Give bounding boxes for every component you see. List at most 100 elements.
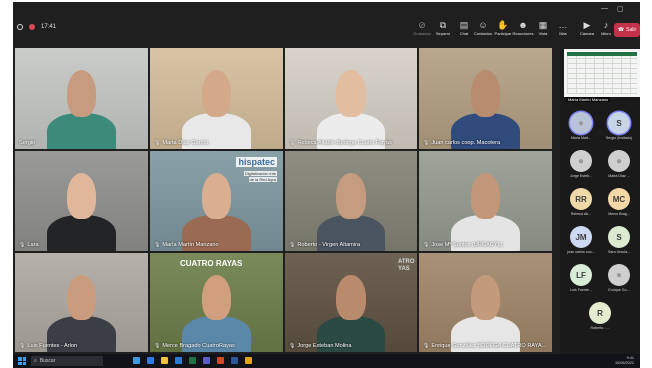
roster-participant[interactable]: LF Luis Fuente... — [563, 264, 599, 292]
screen-share-preview[interactable] — [564, 49, 640, 97]
avatar: S — [608, 112, 630, 134]
chat-icon: ▤ — [459, 20, 469, 30]
roster-name: Jorge Esteb... — [569, 174, 593, 178]
participant-name-label: 🎙 Roberto - Virgen Altamira — [289, 242, 360, 248]
participant-head — [66, 173, 97, 219]
roster-name: Roberto - ... — [590, 326, 610, 330]
view-button[interactable]: ▦ Vista — [532, 20, 554, 40]
participant-name: Marta Díaz García — [162, 140, 209, 146]
roster-participant[interactable]: S Sergio (Invitado) — [601, 112, 637, 140]
participant-name-label: 🎙 Marta Díaz García — [154, 140, 208, 146]
maximize-icon[interactable]: ▢ — [617, 5, 624, 13]
spreadsheet-thumbnail — [567, 52, 637, 94]
clock-date: 15/06/2022 — [614, 361, 634, 365]
avatar: R — [589, 302, 611, 324]
person-icon: ● — [577, 117, 585, 129]
participant-name: Rebeca Altable-Bodega Cuatro Rayas — [297, 140, 392, 146]
video-tile[interactable]: 🎙 Lara — [15, 151, 148, 251]
taskbar-search[interactable]: ⌕ Buscar — [31, 356, 103, 366]
microphone-icon: 🎙 — [423, 140, 430, 146]
video-tile[interactable]: 🎙 Juan carlos coop. Macotera — [419, 48, 552, 149]
chrome-icon[interactable] — [245, 357, 252, 364]
roster-participant[interactable]: S Sara Ursula... — [601, 226, 637, 254]
video-tile[interactable]: 🎙 Enrique González BODEGA CUATRO RAYA... — [419, 253, 552, 352]
participant-name: Roberto - Virgen Altamira — [297, 242, 361, 248]
microphone-icon: ♪ — [603, 20, 609, 30]
participant-name-label: 🎙 María Martín Manzano — [154, 242, 219, 248]
roster-participant[interactable]: ● Jorge Esteb... — [563, 150, 599, 178]
video-tile[interactable]: 🎙 Roberto - Virgen Altamira — [285, 151, 417, 251]
search-placeholder: Buscar — [39, 358, 56, 364]
participant-head — [470, 274, 501, 321]
roster-name: Luis Fuente... — [570, 288, 592, 292]
pop-out-button[interactable]: ⧉ Separar — [432, 20, 454, 40]
toolbar-button-label: Chat — [459, 31, 469, 36]
roster-participant[interactable]: ● Marta Díaz ... — [601, 150, 637, 178]
participant-head — [201, 173, 232, 219]
more-button[interactable]: … Más — [552, 20, 574, 40]
avatar: ● — [570, 112, 592, 134]
task-view-icon[interactable] — [133, 357, 140, 364]
leave-button[interactable]: ☎ Salir — [614, 23, 640, 37]
minimize-icon[interactable]: — — [601, 5, 608, 12]
roster-participant[interactable]: R Roberto - ... — [582, 302, 618, 330]
participant-name: Jorge Esteban Molina — [297, 343, 352, 349]
cuatro-rayas-sign: ATRO YAS — [398, 259, 415, 272]
participant-name-label: 🎙 Jorge Esteban Molina — [289, 343, 351, 349]
microphone-icon: 🎙 — [19, 242, 26, 248]
participant-name: Enrique González BODEGA CUATRO RAYA... — [431, 343, 547, 349]
microphone-icon: 🎙 — [289, 343, 296, 349]
people-button[interactable]: ☺ Contactos — [472, 20, 494, 40]
word-icon[interactable] — [231, 357, 238, 364]
roster-participant[interactable]: MC Merce Brag... — [601, 188, 637, 216]
roster-participant[interactable]: ● María Mart... — [563, 112, 599, 140]
roster-name: María Mart... — [570, 136, 592, 140]
outlook-icon[interactable] — [175, 357, 182, 364]
roster-participant[interactable]: ● Enrique Go... — [601, 264, 637, 292]
participant-name: Luis Fuentes - Arlon — [27, 343, 78, 349]
microphone-icon: 🎙 — [154, 140, 161, 146]
powerpoint-icon[interactable] — [217, 357, 224, 364]
screen-share-label: María Martín Manzano — [566, 97, 611, 102]
roster-participant[interactable]: RR Rebeca Alt... — [563, 188, 599, 216]
raise-hand-button[interactable]: ✋ Participar — [492, 20, 514, 40]
video-tile[interactable]: 🎙 Merce Bragado CuatroRayas CUATRO RAYAS — [150, 253, 283, 352]
file-explorer-icon[interactable] — [161, 357, 168, 364]
reactions-button[interactable]: ☻ Reacciones — [512, 20, 534, 40]
roster-name: Rebeca Alt... — [570, 212, 592, 216]
participant-name: María Martín Manzano — [162, 242, 219, 248]
teams-icon[interactable] — [203, 357, 210, 364]
toolbar-button-label: Grabando — [413, 31, 431, 36]
edge-icon[interactable] — [147, 357, 154, 364]
hispatec-slide-line2: de la Red Agra — [248, 177, 277, 182]
video-tile[interactable]: 🎙 Jorge Esteban Molina ATRO YAS — [285, 253, 417, 352]
toolbar-button-label: Separar — [435, 31, 451, 36]
video-tile[interactable]: 🎙 Marta Díaz García — [150, 48, 283, 149]
participant-head — [336, 70, 366, 117]
participant-head — [336, 173, 366, 219]
hispatec-logo: hispatec — [236, 157, 277, 167]
participant-name-label: 🎙 Jose Mª Santos (URCACYL) — [423, 242, 502, 248]
video-tile[interactable]: 🎙 Jose Mª Santos (URCACYL) — [419, 151, 552, 251]
video-tile[interactable]: 🎙 María Martín Manzano hispatec Digitalizac… — [150, 151, 283, 251]
roster-name: Marta Díaz ... — [608, 174, 630, 178]
record-button[interactable]: ⊘ Grabando — [411, 20, 433, 40]
windows-start-icon[interactable] — [18, 357, 26, 365]
video-tile[interactable]: 🎙 Luis Fuentes - Arlon — [15, 253, 148, 352]
participant-head — [470, 173, 501, 219]
participant-name: Lara — [27, 242, 39, 248]
system-clock[interactable]: 9:41 15/06/2022 — [598, 356, 634, 366]
toolbar-button-label: Micro — [601, 31, 611, 36]
toolbar-button-label: Cámara — [579, 31, 595, 36]
avatar: MC — [608, 188, 630, 210]
roster-participant[interactable]: JM juan carlos coo... — [563, 226, 599, 254]
excel-icon[interactable] — [189, 357, 196, 364]
participant-name: Juan carlos coop. Macotera — [431, 140, 501, 146]
meeting-toolbar: 17:41 — ▢ ⊘ Grabando ⧉ Separar ▤ Chat ☺ Contact… — [13, 2, 640, 46]
microphone-icon: 🎙 — [289, 242, 296, 248]
participant-head — [201, 70, 232, 117]
video-tile[interactable]: Sergio — [15, 48, 148, 149]
video-tile[interactable]: 🎙 Rebeca Altable-Bodega Cuatro Rayas — [285, 48, 417, 149]
participant-name: Sergio — [19, 140, 36, 146]
participant-head — [201, 274, 232, 321]
